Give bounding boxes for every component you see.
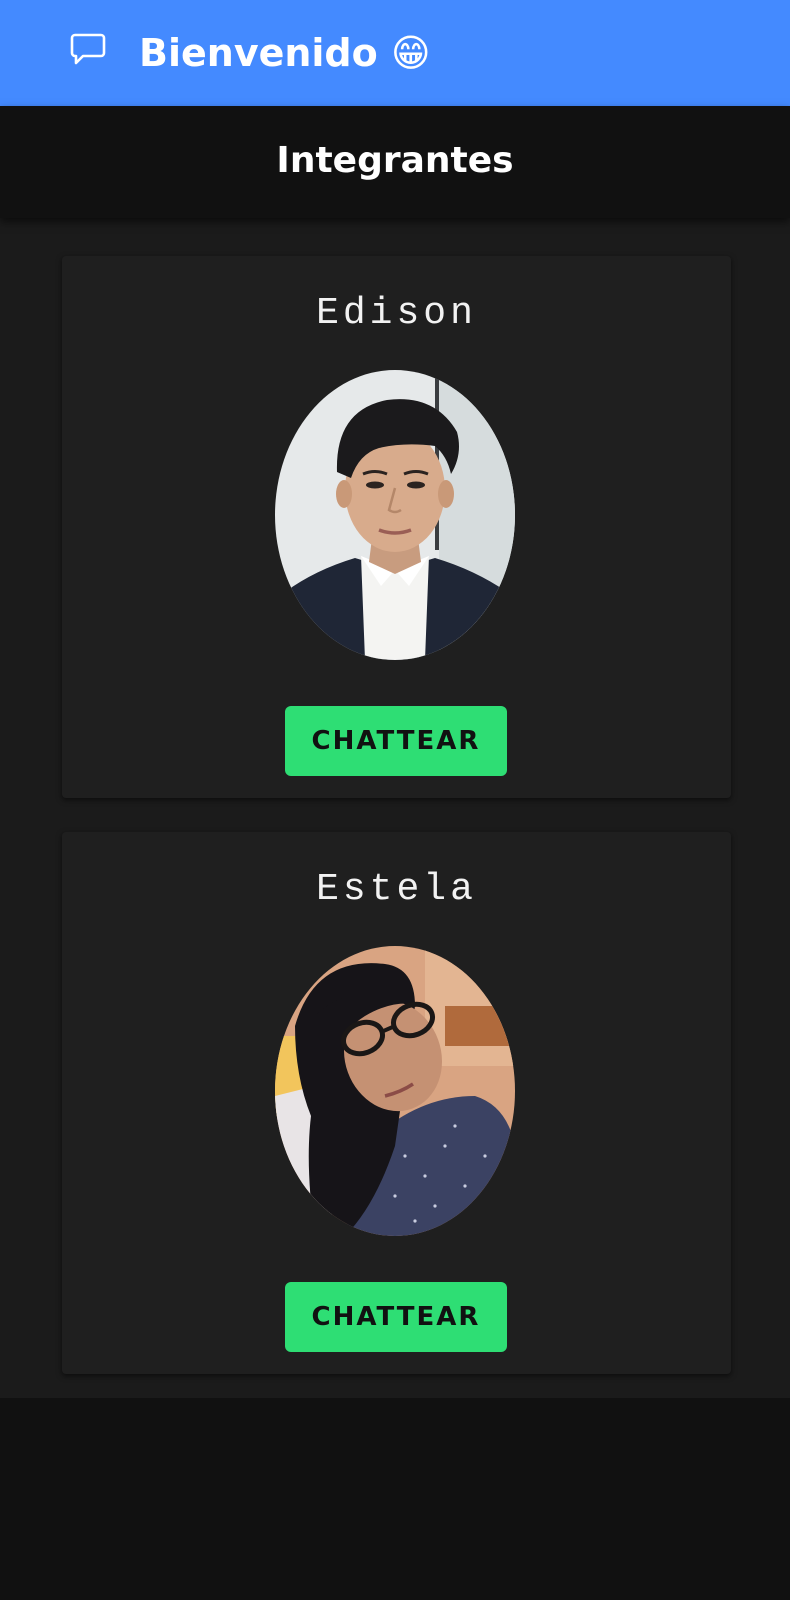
member-card: Estela CHATTEAR xyxy=(62,832,731,1374)
chat-button[interactable]: CHATTEAR xyxy=(285,1282,507,1352)
page-title: Integrantes xyxy=(276,140,514,181)
app-title: Bienvenido 😁 xyxy=(139,31,431,75)
person-photo-edison xyxy=(275,370,515,660)
chat-button[interactable]: CHATTEAR xyxy=(285,706,507,776)
member-name: Edison xyxy=(316,292,477,335)
section-header: Integrantes xyxy=(0,106,790,218)
member-name: Estela xyxy=(316,868,477,911)
member-card: Edison CHATTEAR xyxy=(62,256,731,798)
avatar xyxy=(275,946,515,1236)
person-photo-estela xyxy=(275,946,515,1236)
app-bar: Bienvenido 😁 xyxy=(0,0,790,106)
chat-bubble-icon[interactable] xyxy=(70,32,106,66)
empty-area xyxy=(0,1398,790,1600)
avatar xyxy=(275,370,515,660)
